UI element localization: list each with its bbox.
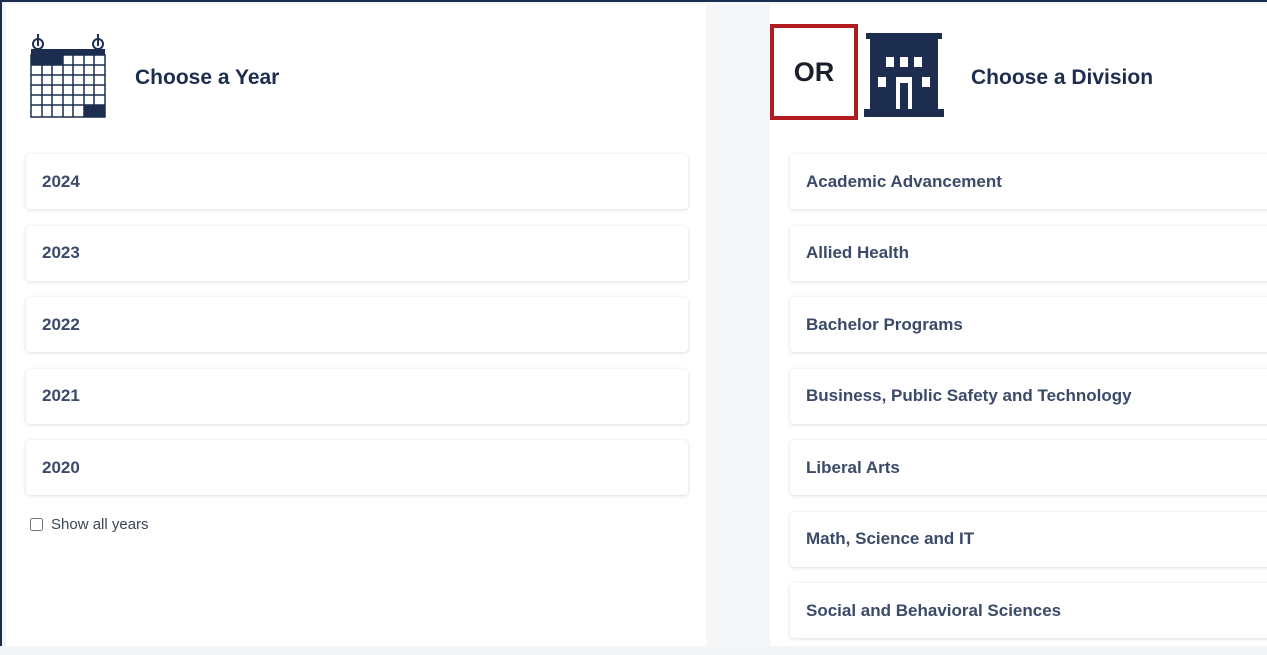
- division-item-academic-advancement[interactable]: Academic Advancement: [790, 154, 1267, 209]
- page-frame: Choose a Year 2024 2023 2022 2021 2020 S…: [0, 0, 1267, 646]
- building-icon: [864, 33, 944, 117]
- division-item-bachelor-programs[interactable]: Bachelor Programs: [790, 297, 1267, 352]
- show-all-years-label: Show all years: [51, 516, 149, 533]
- show-all-years-row[interactable]: Show all years: [30, 516, 149, 533]
- division-item-liberal-arts[interactable]: Liberal Arts: [790, 440, 1267, 495]
- division-item-allied-health[interactable]: Allied Health: [790, 225, 1267, 281]
- division-panel-title: Choose a Division: [971, 66, 1154, 89]
- or-label: OR: [793, 56, 835, 87]
- division-item-business-public-safety-technology[interactable]: Business, Public Safety and Technology: [790, 368, 1267, 424]
- year-item-2022[interactable]: 2022: [26, 297, 688, 352]
- year-item-2023[interactable]: 2023: [26, 225, 688, 281]
- division-list: Academic Advancement Allied Health Bache…: [790, 154, 1267, 655]
- division-panel: OR Choose a Division Academic Advancemen…: [770, 4, 1267, 646]
- division-panel-header: OR Choose a Division: [770, 4, 1267, 144]
- show-all-years-checkbox[interactable]: [30, 518, 43, 531]
- year-panel-header: Choose a Year: [6, 4, 706, 144]
- year-panel-title: Choose a Year: [135, 66, 280, 89]
- year-item-2024[interactable]: 2024: [26, 154, 688, 209]
- year-item-2020[interactable]: 2020: [26, 440, 688, 495]
- division-item-math-science-it[interactable]: Math, Science and IT: [790, 511, 1267, 567]
- year-panel: Choose a Year 2024 2023 2022 2021 2020 S…: [6, 4, 706, 646]
- or-separator: OR: [770, 24, 858, 120]
- calendar-icon: [30, 34, 106, 118]
- year-list: 2024 2023 2022 2021 2020: [26, 154, 688, 512]
- year-item-2021[interactable]: 2021: [26, 368, 688, 424]
- division-item-social-behavioral-sciences[interactable]: Social and Behavioral Sciences: [790, 583, 1267, 638]
